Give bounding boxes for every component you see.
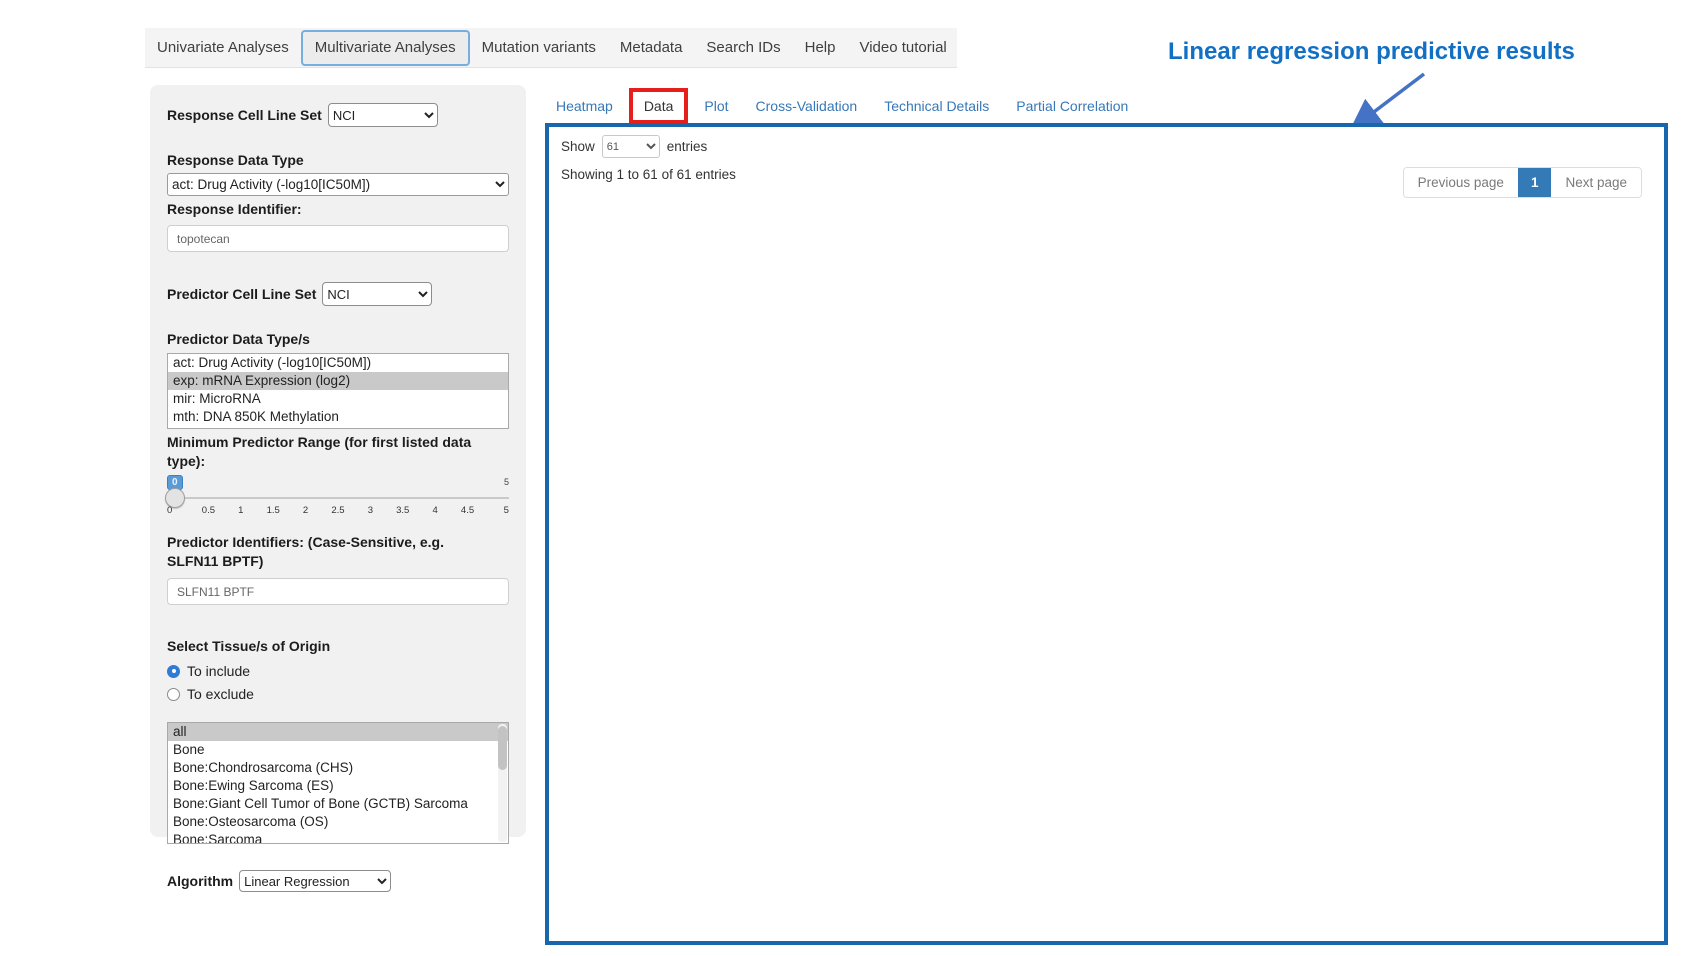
tab-data[interactable]: Data <box>644 98 674 114</box>
slider-tick-4-5: 4.5 <box>459 505 477 516</box>
slider-tick-0-5: 0.5 <box>199 505 217 516</box>
result-tabs: Heatmap Data Plot Cross-Validation Technical… <box>556 88 1155 124</box>
top-nav: Univariate AnalysesMultivariate Analyses… <box>145 28 957 68</box>
radio-row-to-exclude: To exclude <box>167 686 509 702</box>
slider-tick-2-5: 2.5 <box>329 505 347 516</box>
slider-max-label: 5 <box>504 477 509 487</box>
predictor-data-types-label: Predictor Data Type/s <box>167 330 509 349</box>
sidebar-panel: Response Cell Line Set NCI Response Data… <box>150 85 526 837</box>
data-type-option-exp[interactable]: exp: mRNA Expression (log2) <box>168 372 508 390</box>
predictor-data-types-listbox[interactable]: act: Drug Activity (-log10[IC50M])exp: m… <box>167 353 509 429</box>
response-data-type-label: Response Data Type <box>167 151 509 170</box>
slider-tick-4: 4 <box>426 505 444 516</box>
tissue-option-bone-sarcoma[interactable]: Bone:Sarcoma <box>168 831 508 844</box>
tissue-origin-label: Select Tissue/s of Origin <box>167 637 509 656</box>
radio-to-exclude[interactable] <box>167 688 180 701</box>
tab-cross-validation[interactable]: Cross-Validation <box>756 98 858 114</box>
nav-tab-mutation-variants[interactable]: Mutation variants <box>470 30 608 66</box>
slider-tick-3-5: 3.5 <box>394 505 412 516</box>
next-page-button[interactable]: Next page <box>1551 168 1641 197</box>
tab-technical-details[interactable]: Technical Details <box>884 98 989 114</box>
nav-tab-search-ids[interactable]: Search IDs <box>694 30 792 66</box>
pagination: Previous page 1 Next page <box>1403 167 1642 198</box>
data-type-option-mir[interactable]: mir: MicroRNA <box>168 390 508 408</box>
slider-tick-1-5: 1.5 <box>264 505 282 516</box>
algorithm-label: Algorithm <box>167 872 233 891</box>
tab-plot[interactable]: Plot <box>704 98 728 114</box>
data-type-option-act[interactable]: act: Drug Activity (-log10[IC50M]) <box>168 354 508 372</box>
tab-heatmap[interactable]: Heatmap <box>556 98 613 114</box>
response-cell-line-set-select[interactable]: NCI <box>328 103 438 127</box>
nav-tab-help[interactable]: Help <box>793 30 848 66</box>
response-identifier-input[interactable] <box>167 225 509 252</box>
slider-tick-1: 1 <box>232 505 250 516</box>
radio-label-to-include: To include <box>187 663 250 679</box>
show-entries-row: Show 61 entries <box>561 135 1652 158</box>
red-highlight-box: Data <box>629 88 689 124</box>
page-1-button[interactable]: 1 <box>1518 168 1552 197</box>
radio-to-include[interactable] <box>167 665 180 678</box>
tissue-radio-group: To include To exclude <box>167 663 509 702</box>
tissue-listbox[interactable]: allBoneBone:Chondrosarcoma (CHS)Bone:Ewi… <box>167 722 509 844</box>
page: Univariate AnalysesMultivariate Analyses… <box>0 0 1700 956</box>
min-predictor-range-slider: 0 5 0 0.5 1 1.5 2 2.5 3 3.5 4 4.5 5 <box>167 475 509 519</box>
tissue-option-bone-chondrosarcoma-chs[interactable]: Bone:Chondrosarcoma (CHS) <box>168 759 508 777</box>
data-panel: Show 61 entries Showing 1 to 61 of 61 en… <box>545 123 1668 945</box>
response-identifier-label: Response Identifier: <box>167 200 509 219</box>
annotation-title: Linear regression predictive results <box>1168 38 1575 66</box>
radio-label-to-exclude: To exclude <box>187 686 254 702</box>
nav-tab-univariate-analyses[interactable]: Univariate Analyses <box>145 30 301 66</box>
show-entries-suffix: entries <box>667 139 708 154</box>
nav-tab-multivariate-analyses[interactable]: Multivariate Analyses <box>301 30 470 66</box>
tab-partial-correlation[interactable]: Partial Correlation <box>1016 98 1128 114</box>
previous-page-button[interactable]: Previous page <box>1404 168 1518 197</box>
nav-tab-video-tutorial[interactable]: Video tutorial <box>847 30 958 66</box>
nav-tab-metadata[interactable]: Metadata <box>608 30 695 66</box>
min-predictor-range-label: Minimum Predictor Range (for first liste… <box>167 433 497 471</box>
response-data-type-select[interactable]: act: Drug Activity (-log10[IC50M]) <box>167 173 509 196</box>
tissue-option-bone-giant-cell-tumor-of-bone-gctb-sarcoma[interactable]: Bone:Giant Cell Tumor of Bone (GCTB) Sar… <box>168 795 508 813</box>
slider-tick-0: 0 <box>167 505 185 516</box>
data-type-option-mth[interactable]: mth: DNA 850K Methylation <box>168 408 508 426</box>
slider-track[interactable] <box>167 497 509 499</box>
listbox-scrollbar[interactable] <box>498 724 507 842</box>
predictor-identifiers-label: Predictor Identifiers: (Case-Sensitive, … <box>167 533 497 571</box>
predictor-cell-line-set-select[interactable]: NCI <box>322 282 432 306</box>
predictor-cell-line-set-label: Predictor Cell Line Set <box>167 285 316 304</box>
predictor-identifiers-input[interactable] <box>167 578 509 605</box>
slider-tick-labels: 0 0.5 1 1.5 2 2.5 3 3.5 4 4.5 5 <box>167 505 509 516</box>
tissue-option-bone-ewing-sarcoma-es[interactable]: Bone:Ewing Sarcoma (ES) <box>168 777 508 795</box>
radio-row-to-include: To include <box>167 663 509 679</box>
show-entries-prefix: Show <box>561 139 595 154</box>
algorithm-select[interactable]: Linear Regression <box>239 870 391 892</box>
listbox-scrollbar-thumb[interactable] <box>498 726 507 770</box>
slider-tick-2: 2 <box>297 505 315 516</box>
tissue-option-all[interactable]: all <box>168 723 508 741</box>
slider-tick-3: 3 <box>361 505 379 516</box>
response-cell-line-set-label: Response Cell Line Set <box>167 106 322 125</box>
slider-tick-5: 5 <box>491 505 509 516</box>
tissue-option-bone-osteosarcoma-os[interactable]: Bone:Osteosarcoma (OS) <box>168 813 508 831</box>
show-entries-select[interactable]: 61 <box>602 135 660 158</box>
tissue-option-bone[interactable]: Bone <box>168 741 508 759</box>
